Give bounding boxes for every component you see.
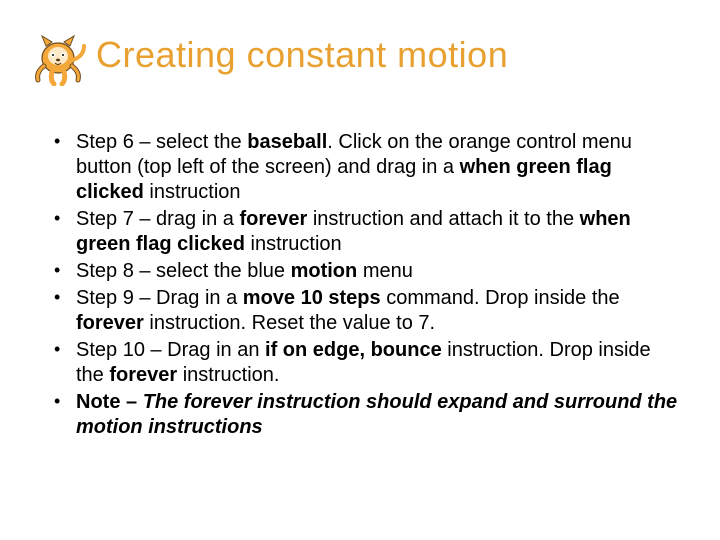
step-text: Step 9 – Drag in a [76, 287, 243, 309]
step-bold: move 10 steps [243, 287, 386, 309]
note-body: The forever instruction should expand an… [76, 391, 677, 438]
step-text: instruction. [183, 364, 280, 386]
step-text: Step 8 – select the blue [76, 260, 291, 282]
scratch-cat-icon [28, 28, 88, 86]
list-item-note: Note – The forever instruction should ex… [48, 390, 678, 440]
step-text: Step 6 – select the [76, 131, 247, 153]
list-item: Step 6 – select the baseball. Click on t… [48, 130, 678, 205]
step-text: instruction and attach it to the [313, 208, 580, 230]
step-bold: if on edge, bounce [265, 339, 447, 361]
list-item: Step 9 – Drag in a move 10 steps command… [48, 286, 678, 336]
step-text: Step 10 – Drag in an [76, 339, 265, 361]
list-item: Step 7 – drag in a forever instruction a… [48, 207, 678, 257]
step-text: instruction. Reset the value to 7. [149, 312, 435, 334]
list-item: Step 10 – Drag in an if on edge, bounce … [48, 338, 678, 388]
step-text: instruction [251, 233, 342, 255]
step-text: instruction [149, 181, 240, 203]
step-text: command. Drop inside the [386, 287, 619, 309]
list-item: Step 8 – select the blue motion menu [48, 259, 678, 284]
step-text: menu [363, 260, 413, 282]
step-bold: forever [239, 208, 312, 230]
step-bold: baseball [247, 131, 327, 153]
note-label: Note – [76, 391, 143, 413]
step-bold: forever [76, 312, 149, 334]
step-text: Step 7 – drag in a [76, 208, 239, 230]
page-title: Creating constant motion [96, 34, 508, 76]
step-bold: motion [291, 260, 363, 282]
steps-list: Step 6 – select the baseball. Click on t… [48, 130, 678, 442]
step-bold: forever [109, 364, 182, 386]
